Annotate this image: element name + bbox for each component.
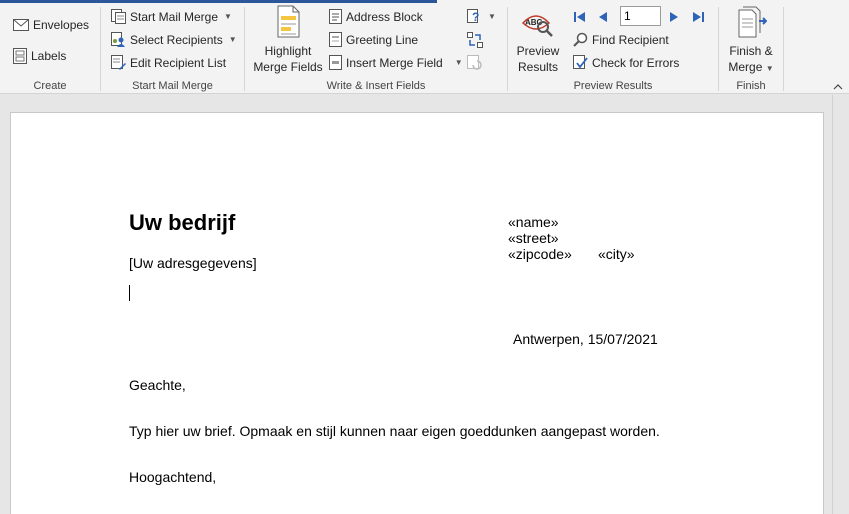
last-record-button[interactable] — [691, 6, 705, 27]
labels-label: Labels — [31, 48, 67, 63]
group-label-finish: Finish — [736, 80, 766, 92]
date-line: Antwerpen, 15/07/2021 — [513, 331, 658, 347]
start-mail-merge-icon — [111, 9, 126, 24]
check-for-errors-button[interactable]: Check for Errors — [573, 52, 679, 73]
select-recipients-label: Select Recipients — [130, 32, 223, 47]
next-record-icon — [668, 10, 680, 24]
edit-recipient-list-label: Edit Recipient List — [130, 55, 227, 70]
salutation: Geachte, — [129, 377, 186, 393]
check-for-errors-label: Check for Errors — [592, 55, 680, 70]
chevron-down-icon: ▼ — [765, 64, 774, 73]
svg-text:?: ? — [472, 10, 479, 24]
finish-merge-icon — [735, 5, 768, 39]
vertical-scrollbar[interactable] — [832, 95, 849, 514]
next-record-button[interactable] — [668, 6, 680, 27]
finish-line2: Merge — [728, 60, 763, 74]
address-block-icon — [329, 9, 342, 24]
match-fields-button[interactable] — [467, 29, 483, 50]
company-name: Uw bedrijf — [129, 210, 236, 235]
letter-body: Typ hier uw brief. Opmaak en stijl kunne… — [129, 423, 660, 439]
envelope-icon — [13, 18, 29, 31]
merge-field-street: «street» — [508, 230, 559, 246]
update-labels-button — [467, 52, 483, 73]
check-errors-icon — [573, 55, 588, 70]
merge-field-zipcode: «zipcode» — [508, 246, 572, 262]
greeting-line-icon — [329, 32, 342, 47]
chevron-down-icon: ▼ — [454, 58, 463, 67]
finish-merge-button[interactable]: Finish & Merge ▼ — [723, 5, 779, 77]
previous-record-button[interactable] — [597, 6, 609, 27]
ribbon-mailings: Envelopes Labels Create Start Mail Merge… — [0, 3, 849, 94]
company-address: [Uw adresgegevens] — [129, 255, 257, 271]
select-recipients-button[interactable]: Select Recipients ▼ — [111, 29, 237, 50]
highlight-merge-fields-button[interactable]: Highlight Merge Fields — [253, 5, 323, 75]
last-record-icon — [691, 10, 705, 24]
rules-button[interactable]: ? ▼ — [467, 6, 496, 27]
group-label-start-mail-merge: Start Mail Merge — [132, 80, 213, 92]
chevron-down-icon: ▼ — [228, 35, 237, 44]
insert-merge-field-button[interactable]: Insert Merge Field ▼ — [329, 52, 463, 73]
search-icon — [573, 32, 588, 47]
greeting-line-label: Greeting Line — [346, 32, 419, 47]
start-mail-merge-button[interactable]: Start Mail Merge ▼ — [111, 6, 232, 27]
find-recipient-button[interactable]: Find Recipient — [573, 29, 669, 50]
merge-field-name: «name» — [508, 214, 559, 230]
edit-list-icon — [111, 55, 126, 70]
address-block-label: Address Block — [346, 9, 423, 24]
group-label-preview-results: Preview Results — [573, 80, 653, 92]
text-cursor — [129, 285, 130, 301]
highlight-line2: Merge Fields — [253, 60, 323, 74]
closing: Hoogachtend, — [129, 469, 217, 485]
document-area: Uw bedrijf [Uw adresgegevens] «name» «st… — [0, 95, 849, 514]
edit-recipient-list-button[interactable]: Edit Recipient List — [111, 52, 226, 73]
update-labels-icon — [467, 54, 483, 71]
match-fields-icon — [467, 31, 483, 48]
record-number-input[interactable] — [620, 6, 661, 26]
address-block-button[interactable]: Address Block — [329, 6, 423, 27]
start-mail-merge-label: Start Mail Merge — [130, 9, 219, 24]
chevron-down-icon: ▼ — [224, 12, 232, 21]
greeting-line-button[interactable]: Greeting Line — [329, 29, 418, 50]
recipients-icon — [111, 32, 126, 47]
group-start-mail-merge: Start Mail Merge ▼ Select Recipients ▼ E… — [101, 3, 244, 94]
highlight-line1: Highlight — [264, 44, 312, 58]
previous-record-icon — [597, 10, 609, 24]
preview-line1: Preview — [516, 44, 560, 58]
group-label-create: Create — [33, 80, 67, 92]
labels-button[interactable]: Labels — [13, 45, 66, 66]
chevron-down-icon: ▼ — [488, 12, 496, 21]
group-label-write-insert: Write & Insert Fields — [326, 80, 426, 92]
insert-merge-field-label: Insert Merge Field — [346, 55, 443, 70]
finish-line1: Finish & — [729, 44, 773, 58]
find-recipient-label: Find Recipient — [592, 32, 669, 47]
highlight-fields-icon — [272, 5, 304, 39]
preview-results-icon: ABC — [521, 5, 554, 39]
preview-results-button[interactable]: ABC Preview Results — [512, 5, 564, 75]
envelopes-label: Envelopes — [33, 17, 90, 32]
group-finish: Finish & Merge ▼ Finish — [719, 3, 783, 94]
envelopes-button[interactable]: Envelopes — [13, 14, 89, 35]
merge-field-city: «city» — [598, 246, 635, 262]
group-write-insert-fields: Highlight Merge Fields Address Block Gre… — [245, 3, 507, 94]
preview-line2: Results — [517, 60, 558, 74]
insert-field-icon — [329, 55, 342, 70]
group-create: Envelopes Labels Create — [0, 3, 100, 94]
first-record-icon — [573, 10, 587, 24]
group-separator — [783, 7, 784, 91]
labels-icon — [13, 47, 27, 64]
first-record-button[interactable] — [573, 6, 587, 27]
rules-icon: ? — [467, 9, 482, 24]
document-page[interactable]: Uw bedrijf [Uw adresgegevens] «name» «st… — [10, 112, 824, 514]
collapse-ribbon-icon[interactable] — [833, 82, 843, 93]
group-preview-results: ABC Preview Results 1 Find Recipient Che… — [508, 3, 718, 94]
finish-line2-wrap: Merge ▼ — [728, 59, 773, 77]
